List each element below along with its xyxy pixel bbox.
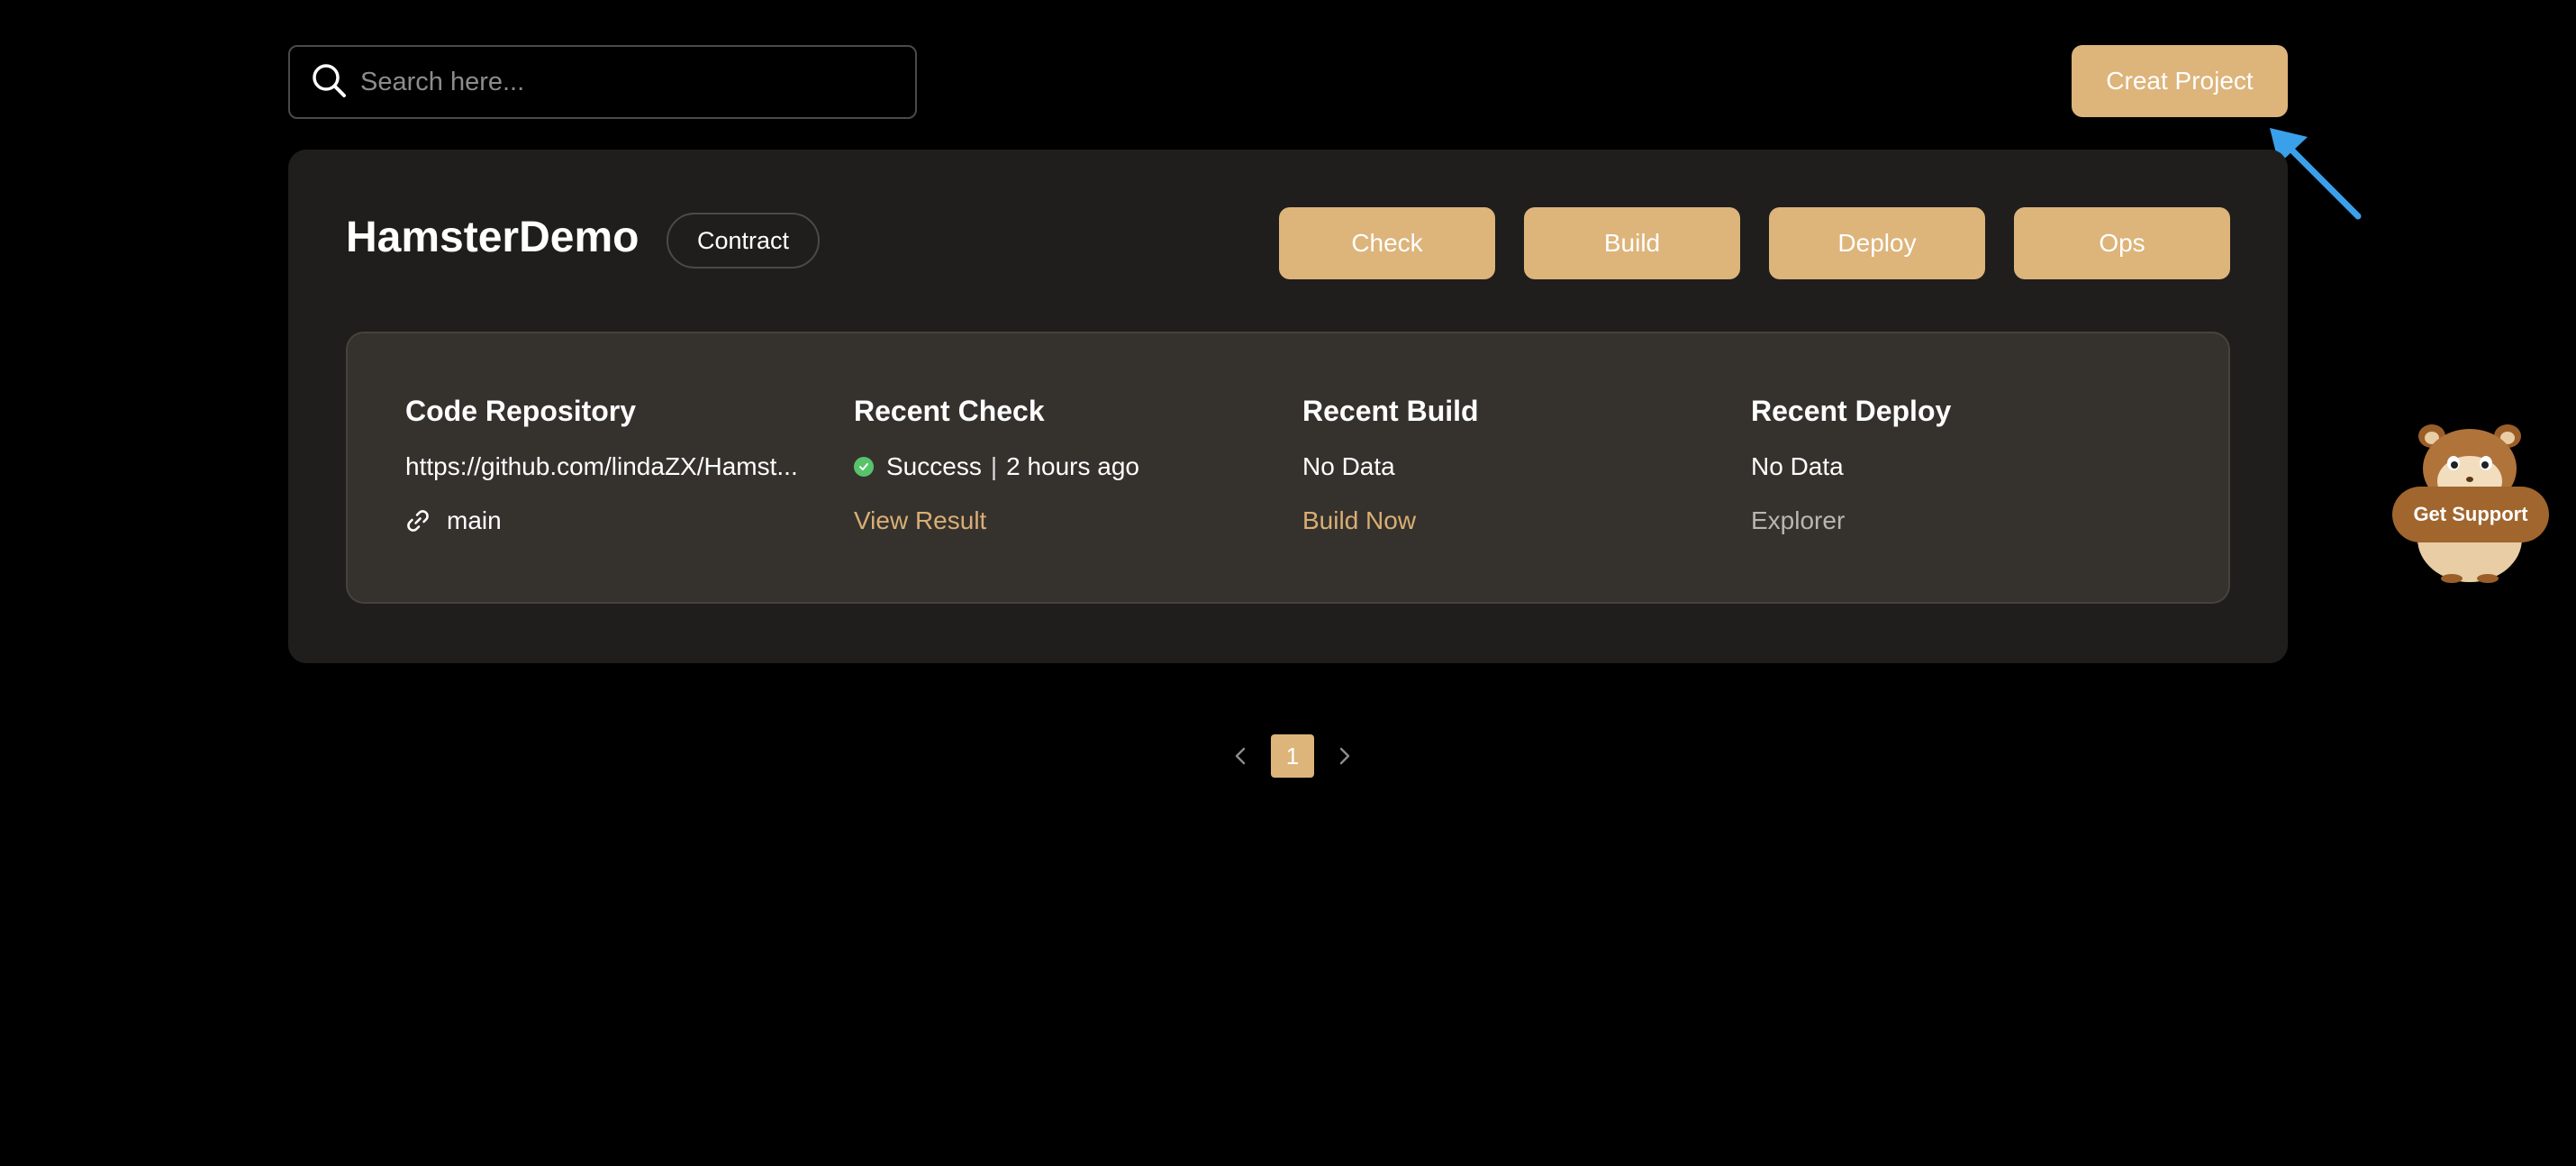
get-support-button[interactable]: Get Support [2392,487,2549,542]
project-card: HamsterDemo Contract Check Build Deploy … [288,150,2288,663]
project-title[interactable]: HamsterDemo [346,213,639,262]
project-actions: Check Build Deploy Ops [1279,207,2230,279]
chevron-right-icon[interactable] [1334,745,1356,767]
deploy-column: Recent Deploy No Data Explorer [1751,393,2165,537]
search-input[interactable] [358,66,903,98]
build-value: No Data [1302,452,1395,480]
check-status: Success | 2 hours ago [854,451,1268,483]
repo-branch: main [405,505,820,537]
repo-url-text: https://github.com/lindaZX/Hamst... [405,452,798,480]
check-status-text: Success [886,452,982,480]
check-time: 2 hours ago [1006,452,1139,480]
check-circle-icon [854,457,874,477]
build-now-link[interactable]: Build Now [1302,505,1717,537]
build-button[interactable]: Build [1524,207,1740,279]
link-icon [405,508,431,533]
deploy-heading: Recent Deploy [1751,395,1952,427]
search-icon [310,61,348,104]
page-number-current[interactable]: 1 [1271,734,1314,778]
ops-button[interactable]: Ops [2014,207,2230,279]
check-heading: Recent Check [854,395,1045,427]
repo-url: https://github.com/lindaZX/Hamst... [405,451,820,483]
search-box[interactable] [288,45,917,119]
chevron-left-icon[interactable] [1229,745,1251,767]
deploy-value: No Data [1751,452,1844,480]
repo-column: Code Repository https://github.com/linda… [405,393,820,537]
check-button[interactable]: Check [1279,207,1495,279]
create-project-button[interactable]: Creat Project [2072,45,2288,117]
pagination: 1 [1229,734,1356,778]
view-result-link[interactable]: View Result [854,505,1268,537]
deploy-button[interactable]: Deploy [1769,207,1985,279]
branch-name: main [447,506,502,534]
page: Creat Project HamsterDemo Contract Check… [0,0,2576,1166]
project-summary-panel: Code Repository https://github.com/linda… [346,332,2230,604]
build-heading: Recent Build [1302,395,1479,427]
check-separator: | [990,452,998,480]
project-type-tag: Contract [667,213,821,269]
check-column: Recent Check Success | 2 hours ago View … [854,393,1268,537]
repo-heading: Code Repository [405,395,637,427]
build-column: Recent Build No Data Build Now [1302,393,1717,537]
explorer-link[interactable]: Explorer [1751,505,2165,537]
